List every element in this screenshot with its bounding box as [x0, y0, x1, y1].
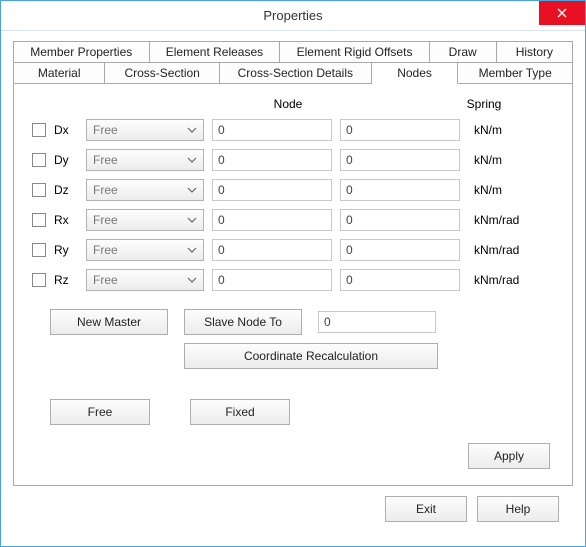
combo-value: Free	[93, 213, 118, 227]
dialog-footer: Exit Help	[13, 486, 573, 534]
tab-cross-section[interactable]: Cross-Section	[105, 62, 220, 84]
combo-value: Free	[93, 243, 118, 257]
tab-member-type[interactable]: Member Type	[458, 62, 573, 84]
spring-input-ry[interactable]	[340, 239, 460, 261]
free-button[interactable]: Free	[50, 399, 150, 425]
slave-node-to-button[interactable]: Slave Node To	[184, 309, 302, 335]
tab-history[interactable]: History	[497, 41, 573, 62]
constraint-combo-rz[interactable]: Free	[86, 269, 204, 291]
dof-label: Dz	[54, 183, 78, 197]
constraint-combo-dx[interactable]: Free	[86, 119, 204, 141]
tab-draw[interactable]: Draw	[430, 41, 497, 62]
unit-label: kNm/rad	[474, 213, 532, 227]
header-node: Node	[228, 97, 348, 111]
tab-element-rigid-offsets[interactable]: Element Rigid Offsets	[280, 41, 429, 62]
dof-row-dy: Dy Free kN/m	[32, 149, 554, 171]
combo-value: Free	[93, 153, 118, 167]
header-spring: Spring	[424, 97, 544, 111]
apply-button[interactable]: Apply	[468, 443, 550, 469]
checkbox-dz[interactable]	[32, 183, 46, 197]
combo-value: Free	[93, 183, 118, 197]
dof-row-dx: Dx Free kN/m	[32, 119, 554, 141]
free-fixed-row: Free Fixed	[50, 399, 554, 425]
dof-label: Rx	[54, 213, 78, 227]
window-title: Properties	[1, 8, 585, 23]
help-button[interactable]: Help	[477, 496, 559, 522]
nodes-panel: Node Spring Dx Free kN/m Dy Free kN/m Dz Free kN…	[13, 83, 573, 486]
new-master-button[interactable]: New Master	[50, 309, 168, 335]
spring-input-dx[interactable]	[340, 119, 460, 141]
node-input-dy[interactable]	[212, 149, 332, 171]
checkbox-ry[interactable]	[32, 243, 46, 257]
unit-label: kN/m	[474, 153, 532, 167]
constraint-combo-rx[interactable]: Free	[86, 209, 204, 231]
dof-label: Ry	[54, 243, 78, 257]
node-input-dz[interactable]	[212, 179, 332, 201]
chevron-down-icon	[187, 277, 197, 283]
dof-row-rz: Rz Free kNm/rad	[32, 269, 554, 291]
unit-label: kN/m	[474, 123, 532, 137]
constraint-combo-ry[interactable]: Free	[86, 239, 204, 261]
dof-row-rx: Rx Free kNm/rad	[32, 209, 554, 231]
fixed-button[interactable]: Fixed	[190, 399, 290, 425]
tab-member-properties[interactable]: Member Properties	[13, 41, 150, 62]
dof-row-dz: Dz Free kN/m	[32, 179, 554, 201]
exit-button[interactable]: Exit	[385, 496, 467, 522]
properties-window: Properties Member Properties Element Rel…	[0, 0, 586, 547]
spring-input-rz[interactable]	[340, 269, 460, 291]
dof-row-ry: Ry Free kNm/rad	[32, 239, 554, 261]
spring-input-rx[interactable]	[340, 209, 460, 231]
chevron-down-icon	[187, 127, 197, 133]
node-input-rz[interactable]	[212, 269, 332, 291]
unit-label: kNm/rad	[474, 243, 532, 257]
tabstrip: Member Properties Element Releases Eleme…	[13, 41, 573, 84]
combo-value: Free	[93, 273, 118, 287]
checkbox-dx[interactable]	[32, 123, 46, 137]
chevron-down-icon	[187, 247, 197, 253]
node-input-rx[interactable]	[212, 209, 332, 231]
apply-row: Apply	[32, 443, 554, 469]
coordinate-recalc-button[interactable]: Coordinate Recalculation	[184, 343, 438, 369]
combo-value: Free	[93, 123, 118, 137]
close-button[interactable]	[539, 1, 585, 25]
dialog-content: Member Properties Element Releases Eleme…	[1, 31, 585, 546]
close-icon	[557, 8, 567, 18]
chevron-down-icon	[187, 217, 197, 223]
dof-label: Rz	[54, 273, 78, 287]
chevron-down-icon	[187, 187, 197, 193]
tab-material[interactable]: Material	[13, 62, 105, 84]
checkbox-dy[interactable]	[32, 153, 46, 167]
tab-cross-section-details[interactable]: Cross-Section Details	[220, 62, 372, 84]
tab-nodes[interactable]: Nodes	[372, 62, 459, 84]
unit-label: kNm/rad	[474, 273, 532, 287]
unit-label: kN/m	[474, 183, 532, 197]
spring-input-dz[interactable]	[340, 179, 460, 201]
checkbox-rz[interactable]	[32, 273, 46, 287]
dof-label: Dx	[54, 123, 78, 137]
column-headers: Node Spring	[228, 97, 554, 111]
spring-input-dy[interactable]	[340, 149, 460, 171]
node-input-dx[interactable]	[212, 119, 332, 141]
checkbox-rx[interactable]	[32, 213, 46, 227]
node-input-ry[interactable]	[212, 239, 332, 261]
constraint-combo-dy[interactable]: Free	[86, 149, 204, 171]
constraint-combo-dz[interactable]: Free	[86, 179, 204, 201]
titlebar: Properties	[1, 1, 585, 31]
chevron-down-icon	[187, 157, 197, 163]
slave-node-input[interactable]	[318, 311, 436, 333]
master-slave-block: New Master Slave Node To Coordinate Reca…	[50, 309, 554, 369]
tab-element-releases[interactable]: Element Releases	[150, 41, 281, 62]
dof-label: Dy	[54, 153, 78, 167]
